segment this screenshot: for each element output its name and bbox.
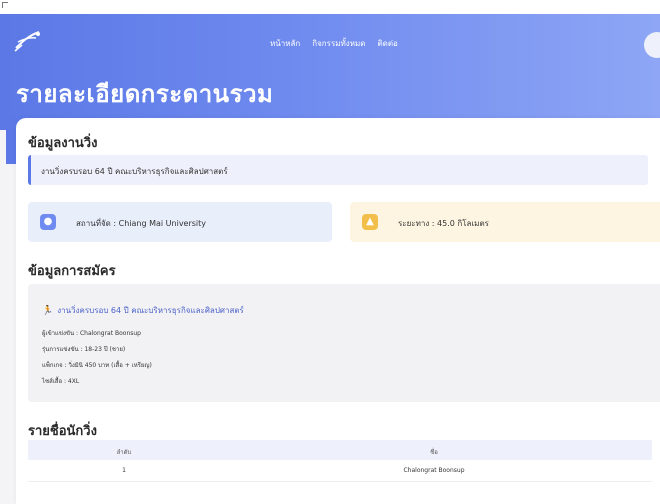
registration-event-name: งานวิ่งครบรอบ 64 ปี คณะบริหารธุรกิจและศิ… <box>57 306 244 315</box>
top-strip <box>0 0 660 14</box>
registration-shirt-size: ไซส์เสื้อ : 4XL <box>42 378 80 385</box>
profile-avatar[interactable] <box>644 32 660 58</box>
corner-mark <box>2 2 8 8</box>
top-nav: หน้าหลัก กิจกรรมทั้งหมด ติดต่อ <box>270 37 398 50</box>
table-row: 1 Chalongrat Boonsup <box>28 460 652 482</box>
row-name: Chalongrat Boonsup <box>403 467 465 474</box>
location-box: ● สถานที่จัด : Chiang Mai University <box>28 202 332 242</box>
runners-table: ลำดับ ชื่อ 1 Chalongrat Boonsup <box>28 440 652 482</box>
column-header-name: ชื่อ <box>430 449 438 456</box>
nav-contact[interactable]: ติดต่อ <box>377 37 397 50</box>
registration-event: 🏃 งานวิ่งครบรอบ 64 ปี คณะบริหารธุรกิจและศ… <box>42 304 244 317</box>
location-text: สถานที่จัด : Chiang Mai University <box>76 219 207 228</box>
race-info-title: ข้อมูลงานวิ่ง <box>28 136 98 151</box>
shoe-icon: ▲ <box>362 214 378 230</box>
distance-box: ▲ ระยะทาง : 45.0 กิโลเมตร <box>350 202 660 242</box>
runner-icon: 🏃 <box>42 306 54 316</box>
column-header-order: ลำดับ <box>116 449 132 456</box>
runners-title: รายชื่อนักวิ่ง <box>28 424 97 439</box>
page-title: รายละเอียดกระดานรวม <box>16 80 274 108</box>
registration-title: ข้อมูลการสมัคร <box>28 264 116 279</box>
race-name-box: งานวิ่งครบรอบ 64 ปี คณะบริหารธุรกิจและศิ… <box>28 155 648 185</box>
race-name: งานวิ่งครบรอบ 64 ปี คณะบริหารธุรกิจและศิ… <box>41 167 228 176</box>
row-order: 1 <box>122 467 126 474</box>
distance-text: ระยะทาง : 45.0 กิโลเมตร <box>398 219 489 228</box>
location-pin-icon: ● <box>40 214 56 230</box>
logo-icon[interactable] <box>12 28 42 54</box>
registration-runner: ผู้เข้าแข่งขัน : Chalongrat Boonsup <box>42 330 141 337</box>
side-accent <box>6 118 16 164</box>
registration-age-group: รุ่นการแข่งขัน : 18-23 ปี (ชาย) <box>42 346 126 353</box>
hero-banner: หน้าหลัก กิจกรรมทั้งหมด ติดต่อ รายละเอีย… <box>0 0 660 130</box>
nav-home[interactable]: หน้าหลัก <box>270 37 300 50</box>
nav-all-events[interactable]: กิจกรรมทั้งหมด <box>312 37 365 50</box>
registration-box: 🏃 งานวิ่งครบรอบ 64 ปี คณะบริหารธุรกิจและศ… <box>28 284 660 402</box>
table-header: ลำดับ ชื่อ <box>28 440 652 460</box>
registration-package: แพ็กเกจ : วิ่งมินิ 450 บาท (เสื้อ + เหรี… <box>42 362 152 369</box>
detail-card: ข้อมูลงานวิ่ง งานวิ่งครบรอบ 64 ปี คณะบริ… <box>16 118 660 504</box>
